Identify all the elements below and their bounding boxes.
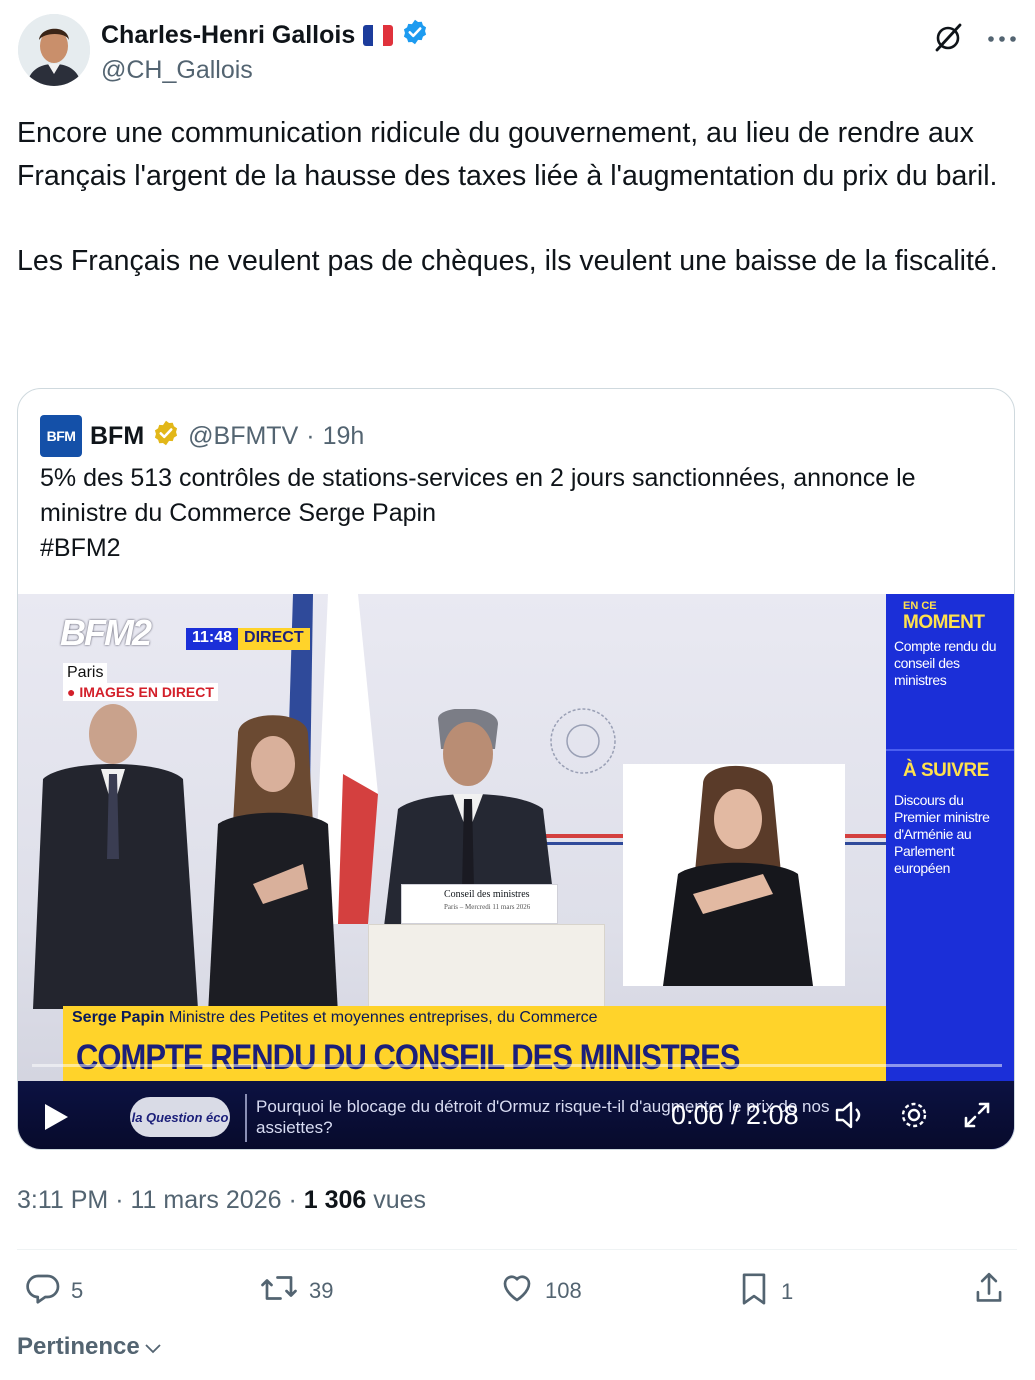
lectern-title: Conseil des ministres: [444, 889, 530, 900]
interpreter-inset: [623, 764, 845, 986]
repost-button[interactable]: 39: [259, 1270, 333, 1312]
tweet-date[interactable]: 11 mars 2026: [130, 1186, 281, 1214]
sort-label: Pertinence: [17, 1333, 140, 1360]
clock-time: 11:48: [186, 628, 239, 650]
moment-text: Compte rendu du conseil des ministres: [894, 638, 997, 688]
grok-icon[interactable]: [931, 20, 965, 59]
views-label: vues: [373, 1186, 427, 1214]
person-left: [33, 704, 198, 1009]
video-progress-bar[interactable]: [32, 1064, 1002, 1067]
live-images-text: IMAGES EN DIRECT: [79, 684, 214, 700]
quoted-author-name[interactable]: BFM: [90, 422, 144, 451]
heart-icon: [499, 1270, 535, 1312]
author-name-row[interactable]: Charles-Henri Gallois: [101, 18, 429, 53]
question-eco-text: la Question éco: [131, 1109, 229, 1125]
tweet-text: Encore une communication ridicule du gou…: [17, 117, 998, 277]
bookmark-count: 1: [781, 1279, 794, 1304]
video-player[interactable]: Conseil des ministres Paris – Mercredi 1…: [18, 594, 1014, 1149]
author-name[interactable]: Charles-Henri Gallois: [101, 21, 355, 50]
headline-text: COMPTE RENDU DU CONSEIL DES MINISTRES: [76, 1037, 740, 1078]
clock-badge: 11:48 DIRECT: [186, 628, 310, 650]
quoted-tweet-time[interactable]: 19h: [323, 422, 365, 451]
fullscreen-icon[interactable]: [962, 1100, 992, 1135]
bookmark-button[interactable]: 1: [737, 1270, 793, 1314]
author-handle[interactable]: @CH_Gallois: [101, 56, 253, 85]
verified-badge-icon: [401, 18, 429, 53]
reply-icon: [25, 1270, 61, 1312]
chevron-down-icon: [144, 1333, 162, 1361]
quoted-author-handle[interactable]: @BFMTV: [188, 422, 298, 451]
lectern-sign: Conseil des ministres Paris – Mercredi 1…: [401, 884, 558, 924]
dot-separator: ·: [115, 1186, 124, 1214]
live-images-label: ● IMAGES EN DIRECT: [63, 683, 218, 701]
reply-button[interactable]: 5: [25, 1270, 83, 1312]
like-count: 108: [545, 1278, 582, 1303]
volume-icon[interactable]: [833, 1100, 867, 1135]
gold-verified-badge-icon: [152, 419, 180, 454]
speaker-name: Serge Papin: [72, 1009, 165, 1026]
video-time: 0:00 / 2:08: [671, 1100, 799, 1130]
bookmark-icon: [737, 1270, 771, 1314]
settings-gear-icon[interactable]: [898, 1099, 930, 1136]
moment-label: MOMENT: [903, 612, 985, 633]
en-ce-label: EN CE: [903, 600, 937, 612]
views-count: 1 306: [303, 1186, 367, 1214]
a-suivre-label: À SUIVRE: [903, 760, 989, 781]
divider: [886, 749, 1014, 751]
bfm-logo[interactable]: BFM: [40, 415, 82, 457]
quoted-tweet-header[interactable]: BFM BFM @BFMTV · 19h: [40, 415, 364, 457]
dot-separator: ·: [288, 1186, 297, 1214]
tweet-actions: 5 39 108 1: [17, 1270, 1017, 1320]
lectern: [368, 924, 605, 1008]
play-button[interactable]: [42, 1102, 70, 1137]
actions-divider: [17, 1249, 1017, 1250]
tweet-time[interactable]: 3:11 PM: [17, 1186, 108, 1214]
speaker-role: Ministre des Petites et moyennes entrepr…: [168, 1009, 598, 1026]
reply-sort-dropdown[interactable]: Pertinence: [17, 1333, 162, 1361]
like-button[interactable]: 108: [499, 1270, 582, 1312]
tweet-meta: 3:11 PM · 11 mars 2026 · 1 306 vues: [17, 1186, 426, 1215]
share-button[interactable]: [972, 1270, 1006, 1312]
author-avatar[interactable]: [18, 14, 90, 86]
quoted-tweet-text: 5% des 513 contrôles de stations-service…: [40, 464, 916, 562]
quoted-tweet-card[interactable]: BFM BFM @BFMTV · 19h 5% des 513 contrôle…: [17, 388, 1015, 1150]
lectern-subtitle: Paris – Mercredi 11 mars 2026: [444, 903, 531, 911]
repost-count: 39: [309, 1278, 334, 1303]
more-options-icon[interactable]: [987, 31, 1017, 49]
live-dot-icon: ●: [67, 684, 76, 700]
channel-logo: BFM2: [60, 612, 152, 653]
question-eco-logo: la Question éco: [130, 1097, 230, 1137]
share-icon: [972, 1270, 1006, 1312]
person-center-left: [208, 715, 338, 1014]
reply-count: 5: [71, 1278, 84, 1303]
france-flag: [363, 25, 394, 46]
direct-label: DIRECT: [238, 628, 310, 650]
repost-icon: [259, 1270, 299, 1312]
dot-separator: ·: [306, 421, 315, 450]
location-label: Paris: [63, 663, 108, 683]
a-suivre-text: Discours du Premier ministre d'Arménie a…: [894, 792, 990, 876]
speaker-strip: Serge Papin Ministre des Petites et moye…: [68, 1009, 598, 1033]
ticker-separator: [245, 1094, 247, 1142]
